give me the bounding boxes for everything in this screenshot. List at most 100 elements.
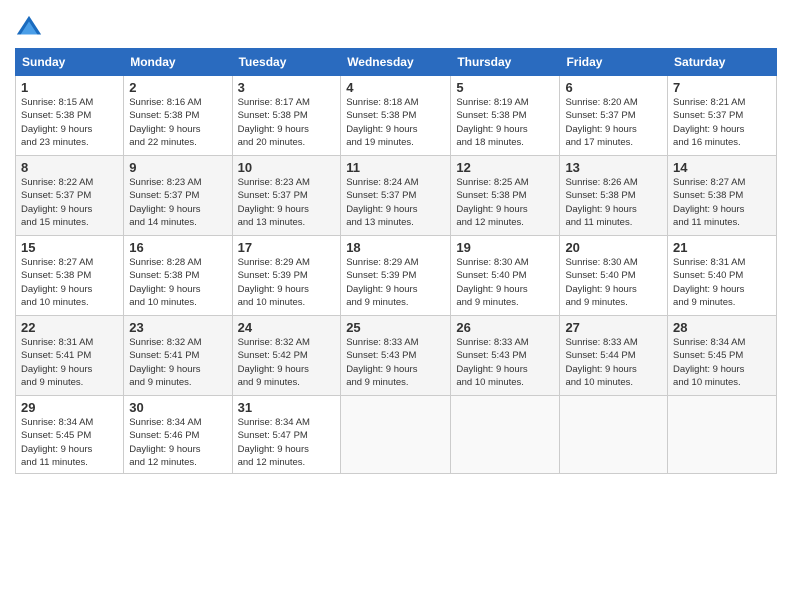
calendar-cell: 6Sunrise: 8:20 AM Sunset: 5:37 PM Daylig… [560, 76, 668, 156]
calendar-cell: 24Sunrise: 8:32 AM Sunset: 5:42 PM Dayli… [232, 316, 341, 396]
calendar-cell: 20Sunrise: 8:30 AM Sunset: 5:40 PM Dayli… [560, 236, 668, 316]
day-info: Sunrise: 8:23 AM Sunset: 5:37 PM Dayligh… [238, 176, 336, 229]
calendar-cell: 26Sunrise: 8:33 AM Sunset: 5:43 PM Dayli… [451, 316, 560, 396]
day-number: 29 [21, 400, 118, 415]
day-info: Sunrise: 8:17 AM Sunset: 5:38 PM Dayligh… [238, 96, 336, 149]
calendar-cell: 1Sunrise: 8:15 AM Sunset: 5:38 PM Daylig… [16, 76, 124, 156]
day-info: Sunrise: 8:30 AM Sunset: 5:40 PM Dayligh… [456, 256, 554, 309]
day-info: Sunrise: 8:31 AM Sunset: 5:41 PM Dayligh… [21, 336, 118, 389]
day-info: Sunrise: 8:31 AM Sunset: 5:40 PM Dayligh… [673, 256, 771, 309]
weekday-header-monday: Monday [124, 49, 232, 76]
day-number: 15 [21, 240, 118, 255]
day-number: 21 [673, 240, 771, 255]
day-number: 19 [456, 240, 554, 255]
calendar-cell: 10Sunrise: 8:23 AM Sunset: 5:37 PM Dayli… [232, 156, 341, 236]
day-info: Sunrise: 8:29 AM Sunset: 5:39 PM Dayligh… [346, 256, 445, 309]
calendar-cell: 18Sunrise: 8:29 AM Sunset: 5:39 PM Dayli… [341, 236, 451, 316]
calendar-cell: 25Sunrise: 8:33 AM Sunset: 5:43 PM Dayli… [341, 316, 451, 396]
day-number: 11 [346, 160, 445, 175]
calendar-cell: 16Sunrise: 8:28 AM Sunset: 5:38 PM Dayli… [124, 236, 232, 316]
calendar-cell [451, 396, 560, 474]
calendar-cell: 28Sunrise: 8:34 AM Sunset: 5:45 PM Dayli… [668, 316, 777, 396]
calendar-cell: 31Sunrise: 8:34 AM Sunset: 5:47 PM Dayli… [232, 396, 341, 474]
calendar-cell [668, 396, 777, 474]
day-info: Sunrise: 8:34 AM Sunset: 5:46 PM Dayligh… [129, 416, 226, 469]
day-info: Sunrise: 8:32 AM Sunset: 5:42 PM Dayligh… [238, 336, 336, 389]
day-info: Sunrise: 8:34 AM Sunset: 5:47 PM Dayligh… [238, 416, 336, 469]
day-number: 3 [238, 80, 336, 95]
calendar-cell [341, 396, 451, 474]
day-info: Sunrise: 8:27 AM Sunset: 5:38 PM Dayligh… [673, 176, 771, 229]
logo-icon [15, 14, 43, 42]
header [15, 10, 777, 42]
day-number: 30 [129, 400, 226, 415]
weekday-header-friday: Friday [560, 49, 668, 76]
day-number: 28 [673, 320, 771, 335]
day-number: 26 [456, 320, 554, 335]
calendar-cell: 15Sunrise: 8:27 AM Sunset: 5:38 PM Dayli… [16, 236, 124, 316]
day-info: Sunrise: 8:22 AM Sunset: 5:37 PM Dayligh… [21, 176, 118, 229]
day-info: Sunrise: 8:34 AM Sunset: 5:45 PM Dayligh… [673, 336, 771, 389]
weekday-header-saturday: Saturday [668, 49, 777, 76]
day-info: Sunrise: 8:29 AM Sunset: 5:39 PM Dayligh… [238, 256, 336, 309]
day-info: Sunrise: 8:32 AM Sunset: 5:41 PM Dayligh… [129, 336, 226, 389]
day-number: 10 [238, 160, 336, 175]
day-number: 2 [129, 80, 226, 95]
day-info: Sunrise: 8:24 AM Sunset: 5:37 PM Dayligh… [346, 176, 445, 229]
day-info: Sunrise: 8:15 AM Sunset: 5:38 PM Dayligh… [21, 96, 118, 149]
calendar-cell [560, 396, 668, 474]
day-number: 12 [456, 160, 554, 175]
weekday-header-wednesday: Wednesday [341, 49, 451, 76]
day-number: 16 [129, 240, 226, 255]
day-number: 4 [346, 80, 445, 95]
day-number: 9 [129, 160, 226, 175]
day-info: Sunrise: 8:20 AM Sunset: 5:37 PM Dayligh… [565, 96, 662, 149]
day-number: 31 [238, 400, 336, 415]
calendar-cell: 29Sunrise: 8:34 AM Sunset: 5:45 PM Dayli… [16, 396, 124, 474]
calendar-table: SundayMondayTuesdayWednesdayThursdayFrid… [15, 48, 777, 474]
day-info: Sunrise: 8:19 AM Sunset: 5:38 PM Dayligh… [456, 96, 554, 149]
day-number: 14 [673, 160, 771, 175]
calendar-cell: 23Sunrise: 8:32 AM Sunset: 5:41 PM Dayli… [124, 316, 232, 396]
day-info: Sunrise: 8:16 AM Sunset: 5:38 PM Dayligh… [129, 96, 226, 149]
day-number: 24 [238, 320, 336, 335]
calendar-cell: 14Sunrise: 8:27 AM Sunset: 5:38 PM Dayli… [668, 156, 777, 236]
day-number: 25 [346, 320, 445, 335]
day-info: Sunrise: 8:23 AM Sunset: 5:37 PM Dayligh… [129, 176, 226, 229]
calendar-cell: 5Sunrise: 8:19 AM Sunset: 5:38 PM Daylig… [451, 76, 560, 156]
day-number: 18 [346, 240, 445, 255]
calendar-cell: 3Sunrise: 8:17 AM Sunset: 5:38 PM Daylig… [232, 76, 341, 156]
weekday-header-tuesday: Tuesday [232, 49, 341, 76]
weekday-header-sunday: Sunday [16, 49, 124, 76]
calendar-cell: 8Sunrise: 8:22 AM Sunset: 5:37 PM Daylig… [16, 156, 124, 236]
calendar-cell: 17Sunrise: 8:29 AM Sunset: 5:39 PM Dayli… [232, 236, 341, 316]
day-number: 7 [673, 80, 771, 95]
day-info: Sunrise: 8:33 AM Sunset: 5:43 PM Dayligh… [346, 336, 445, 389]
calendar-cell: 7Sunrise: 8:21 AM Sunset: 5:37 PM Daylig… [668, 76, 777, 156]
weekday-header-row: SundayMondayTuesdayWednesdayThursdayFrid… [16, 49, 777, 76]
day-number: 1 [21, 80, 118, 95]
calendar-cell: 12Sunrise: 8:25 AM Sunset: 5:38 PM Dayli… [451, 156, 560, 236]
calendar-cell: 22Sunrise: 8:31 AM Sunset: 5:41 PM Dayli… [16, 316, 124, 396]
day-info: Sunrise: 8:27 AM Sunset: 5:38 PM Dayligh… [21, 256, 118, 309]
day-info: Sunrise: 8:26 AM Sunset: 5:38 PM Dayligh… [565, 176, 662, 229]
calendar-cell: 21Sunrise: 8:31 AM Sunset: 5:40 PM Dayli… [668, 236, 777, 316]
day-info: Sunrise: 8:21 AM Sunset: 5:37 PM Dayligh… [673, 96, 771, 149]
day-info: Sunrise: 8:30 AM Sunset: 5:40 PM Dayligh… [565, 256, 662, 309]
day-info: Sunrise: 8:28 AM Sunset: 5:38 PM Dayligh… [129, 256, 226, 309]
calendar-cell: 9Sunrise: 8:23 AM Sunset: 5:37 PM Daylig… [124, 156, 232, 236]
day-number: 27 [565, 320, 662, 335]
page-container: SundayMondayTuesdayWednesdayThursdayFrid… [0, 0, 792, 484]
day-info: Sunrise: 8:33 AM Sunset: 5:43 PM Dayligh… [456, 336, 554, 389]
day-number: 5 [456, 80, 554, 95]
day-number: 13 [565, 160, 662, 175]
day-number: 23 [129, 320, 226, 335]
day-info: Sunrise: 8:34 AM Sunset: 5:45 PM Dayligh… [21, 416, 118, 469]
day-info: Sunrise: 8:33 AM Sunset: 5:44 PM Dayligh… [565, 336, 662, 389]
day-number: 20 [565, 240, 662, 255]
calendar-cell: 30Sunrise: 8:34 AM Sunset: 5:46 PM Dayli… [124, 396, 232, 474]
calendar-cell: 27Sunrise: 8:33 AM Sunset: 5:44 PM Dayli… [560, 316, 668, 396]
day-number: 6 [565, 80, 662, 95]
logo [15, 14, 45, 42]
weekday-header-thursday: Thursday [451, 49, 560, 76]
